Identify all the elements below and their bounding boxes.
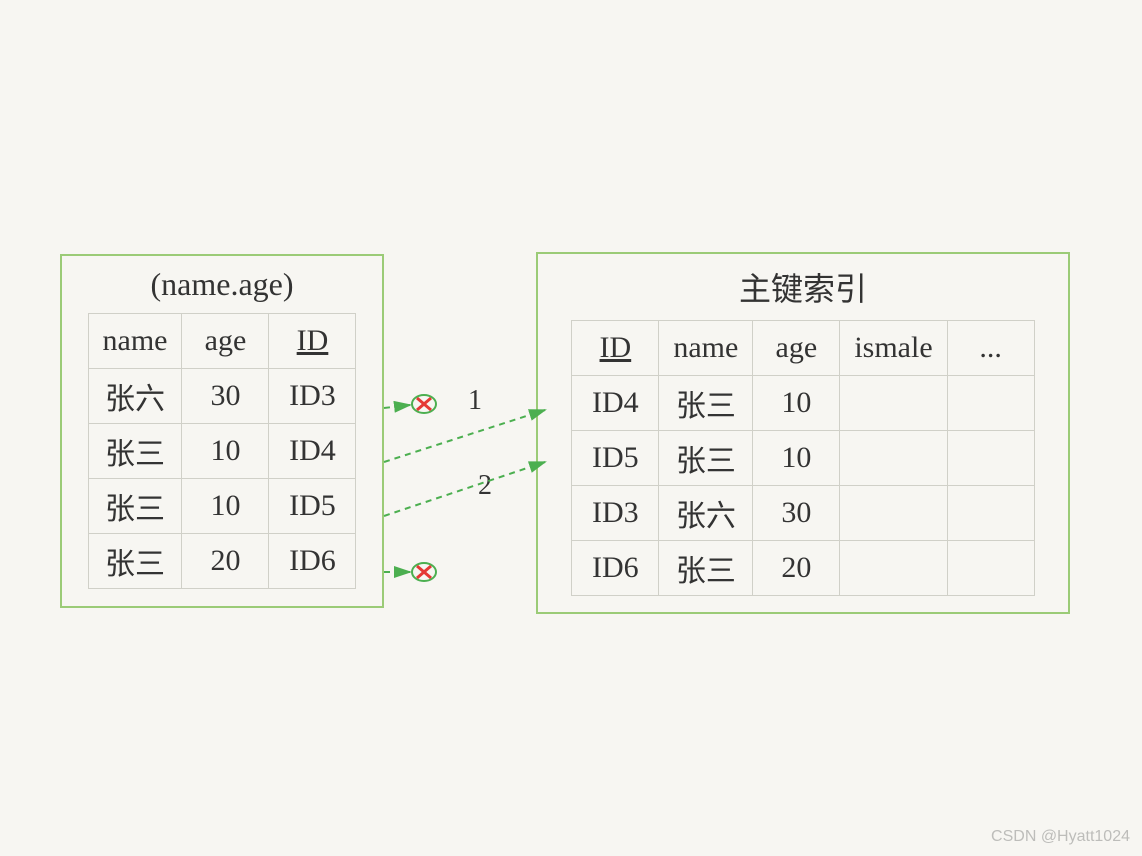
cell-name: 张六 (88, 369, 182, 424)
table-header-row: ID name age ismale ... (572, 321, 1034, 376)
col-name: name (88, 314, 182, 369)
cell-age: 10 (753, 376, 840, 431)
cell-name: 张六 (659, 486, 753, 541)
col-age: age (753, 321, 840, 376)
lookup-arrow-1 (384, 410, 545, 462)
table-row: ID6 张三 20 (572, 541, 1034, 596)
table-row: ID5 张三 10 (572, 431, 1034, 486)
left-box-title: (name.age) (62, 256, 382, 313)
col-ismale: ismale (840, 321, 947, 376)
cell-id: ID5 (269, 479, 356, 534)
arrow-label-1: 1 (468, 385, 482, 417)
cell-more (947, 541, 1034, 596)
cell-name: 张三 (88, 534, 182, 589)
table-row: ID4 张三 10 (572, 376, 1034, 431)
right-primary-key-box: 主键索引 ID name age ismale ... ID4 张三 10 ID… (536, 252, 1070, 614)
right-primary-key-table: ID name age ismale ... ID4 张三 10 ID5 张三 … (571, 320, 1034, 596)
cell-name: 张三 (659, 431, 753, 486)
table-row: 张三 20 ID6 (88, 534, 356, 589)
arrow-label-2: 2 (478, 470, 492, 502)
col-name: name (659, 321, 753, 376)
table-row: 张六 30 ID3 (88, 369, 356, 424)
cell-id: ID3 (572, 486, 659, 541)
cell-id: ID6 (269, 534, 356, 589)
col-id: ID (572, 321, 659, 376)
right-box-title: 主键索引 (538, 254, 1068, 320)
col-more: ... (947, 321, 1034, 376)
cell-id: ID3 (269, 369, 356, 424)
cell-name: 张三 (659, 541, 753, 596)
cell-age: 20 (753, 541, 840, 596)
table-row: 张三 10 ID5 (88, 479, 356, 534)
cell-ismale (840, 376, 947, 431)
cell-age: 10 (182, 424, 269, 479)
cell-age: 30 (182, 369, 269, 424)
cell-id: ID4 (269, 424, 356, 479)
col-age: age (182, 314, 269, 369)
cell-more (947, 376, 1034, 431)
left-index-table: name age ID 张六 30 ID3 张三 10 ID4 张三 10 ID… (88, 313, 357, 589)
cell-ismale (840, 431, 947, 486)
cell-age: 10 (182, 479, 269, 534)
cell-more (947, 431, 1034, 486)
cell-ismale (840, 486, 947, 541)
diagram-canvas: (name.age) name age ID 张六 30 ID3 张三 10 I… (0, 0, 1142, 856)
reject-arrow-id3 (384, 405, 410, 408)
cell-age: 20 (182, 534, 269, 589)
lookup-arrow-2 (384, 462, 545, 516)
cell-id: ID6 (572, 541, 659, 596)
reject-cross-icon (412, 395, 436, 413)
table-header-row: name age ID (88, 314, 356, 369)
cell-name: 张三 (659, 376, 753, 431)
watermark-text: CSDN @Hyatt1024 (991, 828, 1130, 846)
cell-name: 张三 (88, 424, 182, 479)
cell-age: 10 (753, 431, 840, 486)
col-id: ID (269, 314, 356, 369)
cell-name: 张三 (88, 479, 182, 534)
cell-age: 30 (753, 486, 840, 541)
cell-ismale (840, 541, 947, 596)
reject-cross-icon (412, 563, 436, 581)
table-row: 张三 10 ID4 (88, 424, 356, 479)
table-row: ID3 张六 30 (572, 486, 1034, 541)
cell-id: ID5 (572, 431, 659, 486)
left-index-box: (name.age) name age ID 张六 30 ID3 张三 10 I… (60, 254, 384, 608)
cell-id: ID4 (572, 376, 659, 431)
cell-more (947, 486, 1034, 541)
